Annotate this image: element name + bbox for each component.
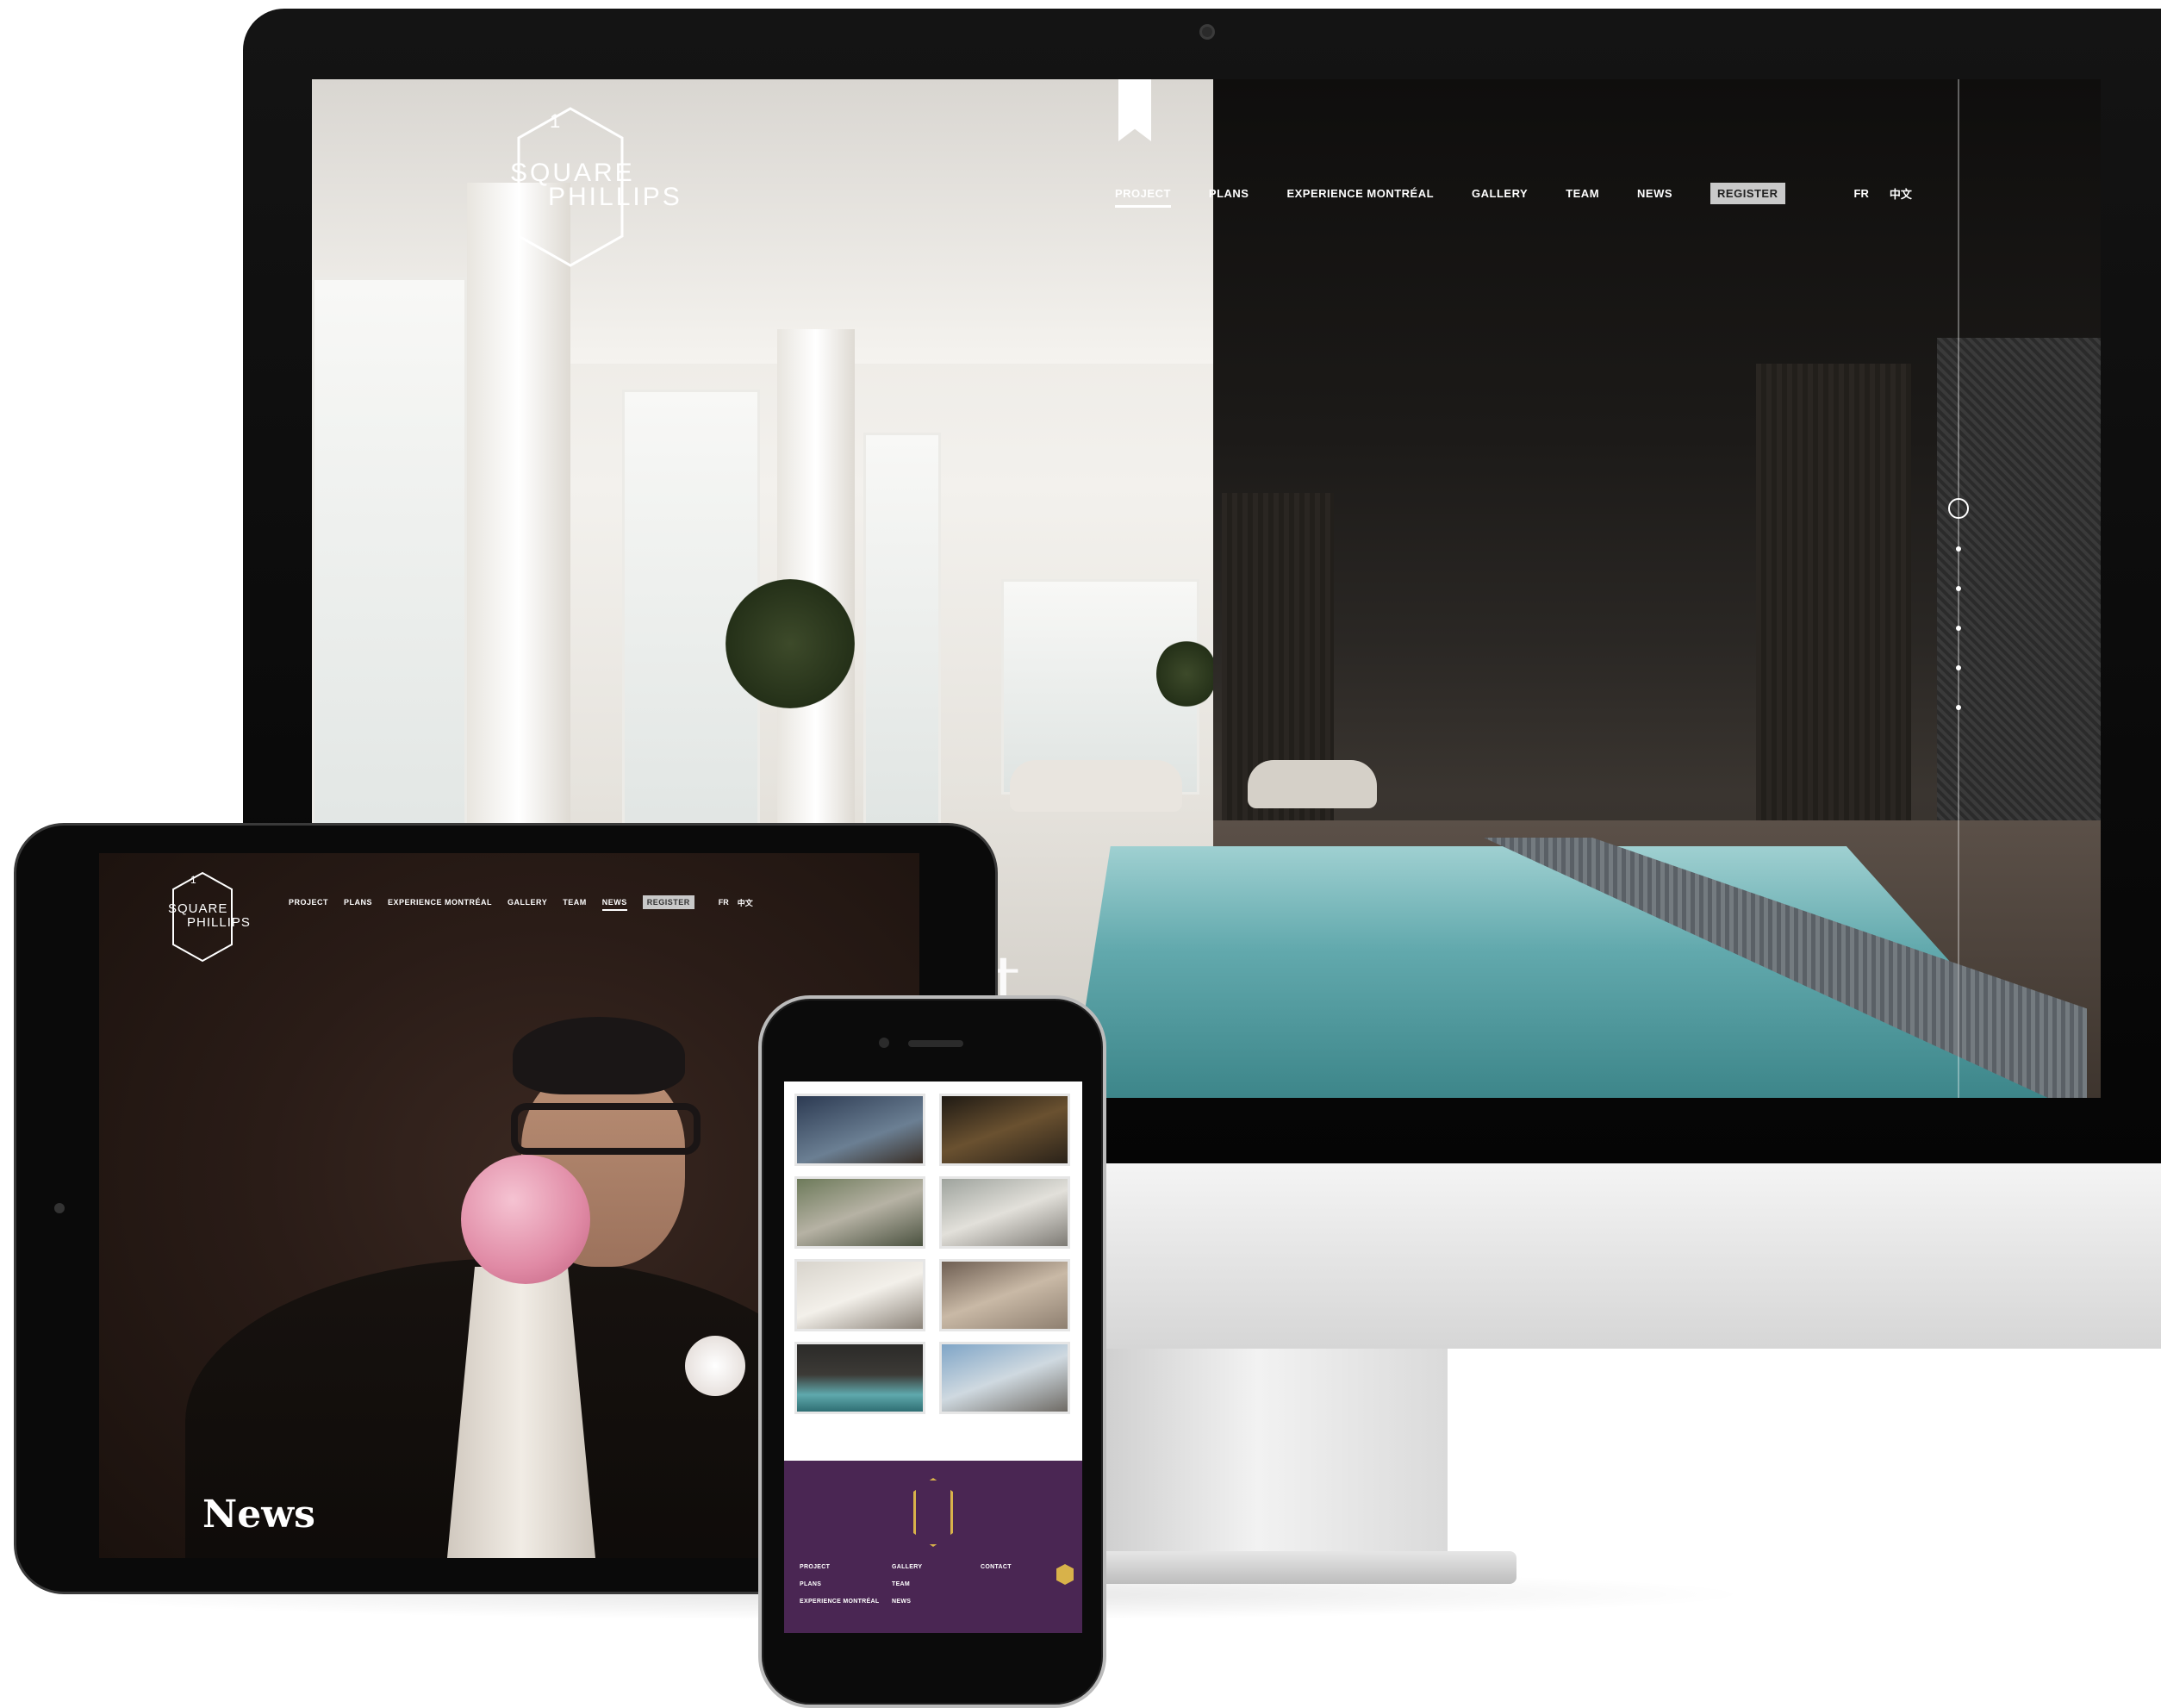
- plant: [726, 579, 855, 708]
- camera-icon: [1199, 24, 1215, 40]
- portrait-glasses: [511, 1103, 701, 1155]
- imac-foot: [1068, 1551, 1516, 1584]
- nav-news[interactable]: NEWS: [1637, 187, 1672, 200]
- nav-gallery[interactable]: GALLERY: [508, 898, 547, 907]
- slide-dot-icon[interactable]: [1956, 626, 1961, 631]
- register-button[interactable]: REGISTER: [1710, 182, 1785, 204]
- phone-device: PROJECT PLANS EXPERIENCE MONTRÉAL GALLER…: [758, 995, 1106, 1708]
- footer-link-gallery[interactable]: GALLERY: [892, 1564, 922, 1570]
- nav-news[interactable]: NEWS: [601, 898, 627, 911]
- portrait-bubblegum: [461, 1155, 590, 1284]
- footer-link-experience[interactable]: EXPERIENCE MONTRÉAL: [800, 1599, 879, 1605]
- gallery-thumbnail[interactable]: [939, 1176, 1070, 1249]
- gallery-thumbnail[interactable]: [794, 1259, 925, 1331]
- gallery-grid: [794, 1094, 1074, 1414]
- portrait-boutonniere: [685, 1336, 745, 1396]
- lang-fr-link[interactable]: FR: [1854, 187, 1869, 200]
- nav-experience-montreal[interactable]: EXPERIENCE MONTRÉAL: [1286, 187, 1434, 200]
- gallery-thumbnail[interactable]: [939, 1259, 1070, 1331]
- nav-plans[interactable]: PLANS: [344, 898, 372, 907]
- logo-number: 1: [550, 110, 564, 132]
- phone-website-screen: PROJECT PLANS EXPERIENCE MONTRÉAL GALLER…: [784, 1082, 1082, 1633]
- footer-link-project[interactable]: PROJECT: [800, 1564, 830, 1570]
- mosaic-wall: [1937, 338, 2101, 889]
- tablet-site-logo[interactable]: 1 SQUARE PHILLIPS: [168, 870, 250, 963]
- gallery-thumbnail[interactable]: [939, 1094, 1070, 1166]
- gallery-thumbnail[interactable]: [939, 1342, 1070, 1414]
- logo-line-1: SQUARE: [168, 901, 228, 916]
- nav-team[interactable]: TEAM: [563, 898, 587, 907]
- logo-number: 1: [190, 874, 199, 886]
- footer-badge-icon[interactable]: [1056, 1564, 1074, 1585]
- page-title: News: [202, 1493, 315, 1537]
- lang-zh-link[interactable]: 中文: [1890, 185, 1912, 202]
- lang-fr-link[interactable]: FR: [719, 898, 729, 907]
- gallery-thumbnail[interactable]: [794, 1176, 925, 1249]
- phone-camera-icon: [879, 1038, 889, 1048]
- tablet-navigation: PROJECT PLANS EXPERIENCE MONTRÉAL GALLER…: [289, 895, 762, 911]
- footer-link-contact[interactable]: CONTACT: [981, 1564, 1012, 1570]
- site-logo[interactable]: 1 SQUARE PHILLIPS: [510, 105, 680, 269]
- lobby-sofa: [1010, 760, 1182, 812]
- nav-gallery[interactable]: GALLERY: [1472, 187, 1528, 200]
- gallery-thumbnail[interactable]: [794, 1094, 925, 1166]
- slide-dot-icon[interactable]: [1956, 705, 1961, 710]
- device-mockup-composition: 1 SQUARE PHILLIPS PROJECT PLANS EXPERIEN…: [0, 0, 2161, 1708]
- footer-link-news[interactable]: NEWS: [892, 1599, 911, 1605]
- wood-panel: [1756, 364, 1911, 846]
- nav-plans[interactable]: PLANS: [1209, 187, 1249, 200]
- slide-indicator-ring-icon[interactable]: [1948, 498, 1969, 519]
- nav-team[interactable]: TEAM: [1566, 187, 1599, 200]
- footer-link-plans[interactable]: PLANS: [800, 1581, 821, 1587]
- slide-dot-icon[interactable]: [1956, 546, 1961, 552]
- footer-link-team[interactable]: TEAM: [892, 1581, 910, 1587]
- footer-logo-icon[interactable]: [913, 1478, 953, 1547]
- phone-footer: PROJECT PLANS EXPERIENCE MONTRÉAL GALLER…: [784, 1461, 1082, 1633]
- nav-project[interactable]: PROJECT: [1115, 187, 1171, 208]
- imac-stand: [1103, 1349, 1448, 1564]
- portrait-hair: [513, 1017, 685, 1094]
- logo-line-2: PHILLIPS: [187, 915, 251, 930]
- register-button[interactable]: REGISTER: [642, 895, 694, 909]
- lobby-window: [312, 277, 467, 915]
- gallery-thumbnail[interactable]: [794, 1342, 925, 1414]
- lobby-window: [863, 433, 941, 846]
- logo-line-2: PHILLIPS: [548, 183, 682, 211]
- phone-speaker: [908, 1040, 963, 1047]
- nav-project[interactable]: PROJECT: [289, 898, 328, 907]
- main-navigation: PROJECT PLANS EXPERIENCE MONTRÉAL GALLER…: [1115, 176, 1933, 210]
- lang-zh-link[interactable]: 中文: [738, 897, 753, 908]
- tablet-camera-icon: [54, 1203, 65, 1213]
- nav-experience-montreal[interactable]: EXPERIENCE MONTRÉAL: [388, 898, 492, 907]
- slide-dot-icon[interactable]: [1956, 586, 1961, 591]
- plant: [1156, 639, 1217, 708]
- slide-dot-icon[interactable]: [1956, 665, 1961, 670]
- pool-lounger: [1248, 760, 1377, 808]
